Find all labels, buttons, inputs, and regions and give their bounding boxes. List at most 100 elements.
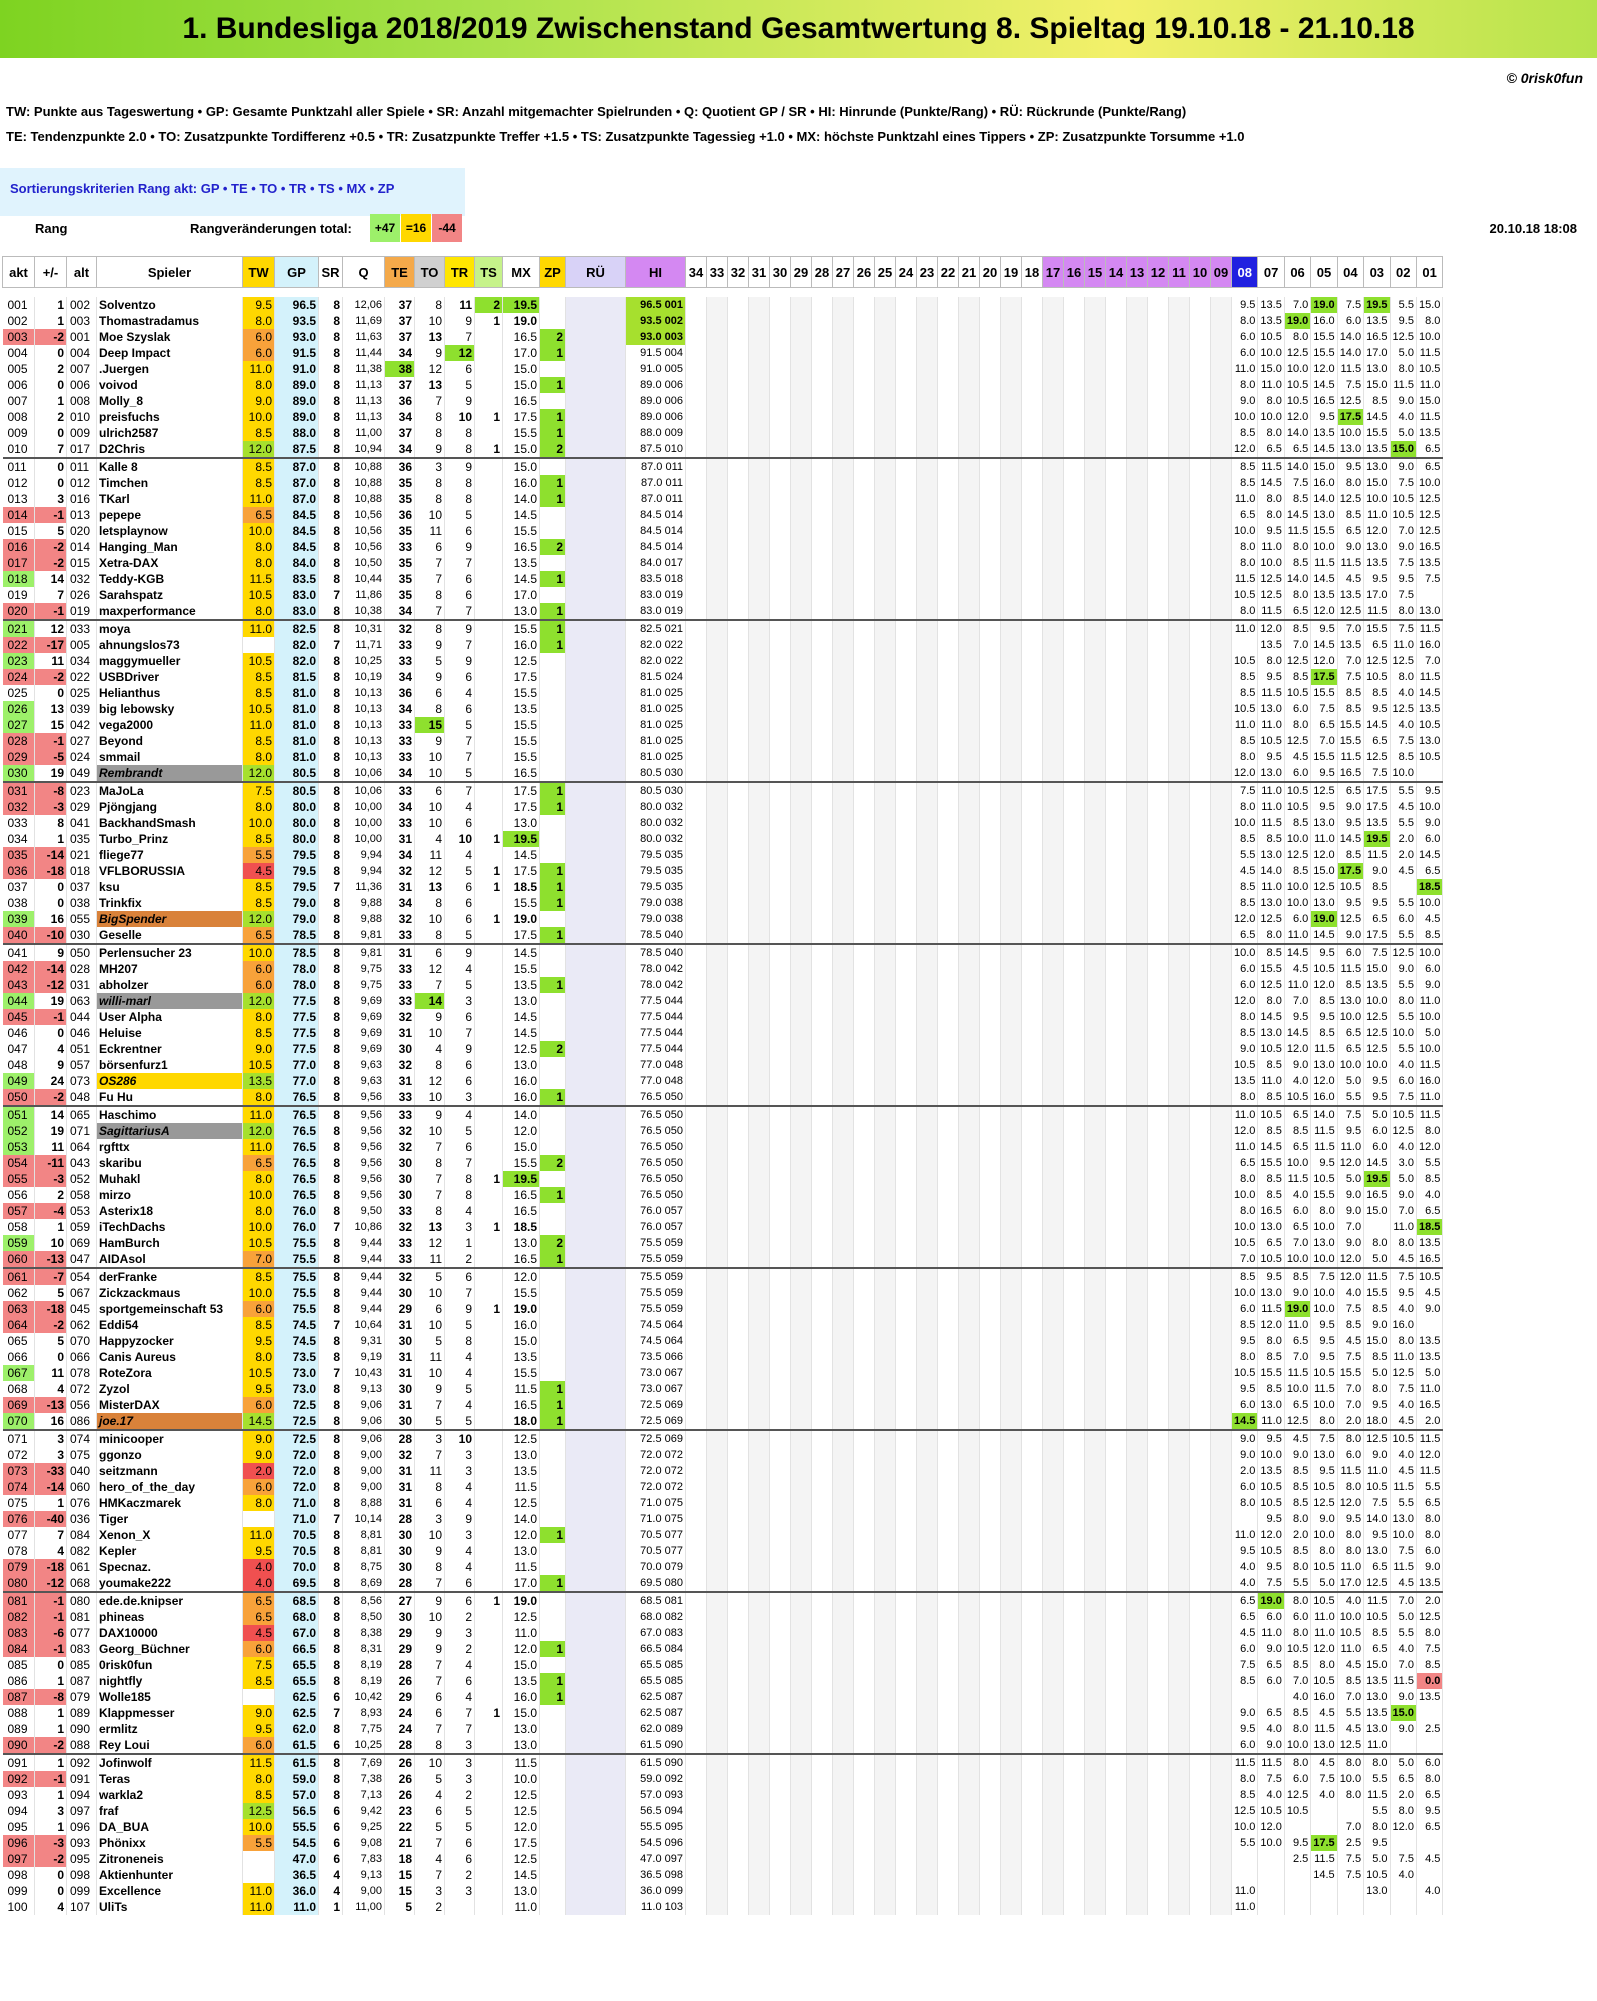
- matchday-cell-empty: [958, 1447, 980, 1463]
- matchday-cell-empty: [916, 1333, 938, 1349]
- matchday-cell: 9.0: [1337, 1235, 1365, 1251]
- matchday-cell: 8.5: [1310, 1025, 1338, 1041]
- rank-previous: 074: [66, 1429, 97, 1447]
- matchday-cell: 11.0: [1416, 1381, 1444, 1397]
- matchday-cell-empty: [1000, 911, 1022, 927]
- header-matchday-32: 32: [727, 256, 749, 288]
- matchday-cell-empty: [895, 1803, 917, 1819]
- matchday-cell-empty: [832, 475, 854, 491]
- goal-diff-points: 3: [414, 1429, 445, 1447]
- matchday-cell-empty: [874, 441, 896, 458]
- matchday-cell-empty: [727, 1267, 749, 1285]
- matchday-cell-empty: [769, 1803, 791, 1819]
- matchday-cell-empty: [706, 571, 728, 587]
- matchday-cell-empty: [790, 1235, 812, 1251]
- matchday-cell-empty: [874, 1381, 896, 1397]
- matchday-cell-empty: [895, 1657, 917, 1673]
- matchday-cell-empty: [1147, 1025, 1169, 1041]
- matchday-cell-empty: [832, 1511, 854, 1527]
- tendency-points: 36: [384, 457, 415, 475]
- matchday-cell: 7.5: [1390, 555, 1417, 571]
- max-points: 15.5: [502, 733, 540, 749]
- matchday-cell-empty: [1000, 1171, 1022, 1187]
- matchday-cell-empty: [1042, 1641, 1064, 1657]
- matchday-cell-empty: [1168, 993, 1190, 1009]
- header-matchday-06: 06: [1283, 256, 1312, 288]
- matchday-cell: 5.0: [1390, 1609, 1417, 1625]
- matchday-cell-empty: [1147, 879, 1169, 895]
- matchday-cell-empty: [1000, 701, 1022, 717]
- matchday-cell-empty: [874, 1625, 896, 1641]
- matchday-cell-empty: [1042, 977, 1064, 993]
- matchday-cell-empty: [937, 1591, 959, 1609]
- matchday-cell: 8.0: [1284, 1721, 1312, 1737]
- matchday-cell-empty: [685, 765, 707, 782]
- player-name: preisfuchs: [96, 409, 243, 425]
- hit-points: 7: [444, 1155, 475, 1171]
- matchday-cell-empty: [1126, 717, 1148, 733]
- matchday-cell: 11.5: [1416, 669, 1444, 685]
- matchday-cell-empty: [958, 1301, 980, 1317]
- matchday-cell-empty: [853, 1625, 875, 1641]
- matchday-cell-empty: [958, 1527, 980, 1543]
- matchday-cell: 14.5: [1310, 571, 1338, 587]
- hit-points: 9: [444, 393, 475, 409]
- matchday-cell-empty: [790, 1753, 812, 1771]
- matchday-cell-empty: [1147, 1235, 1169, 1251]
- goal-diff-points: 9: [414, 1105, 445, 1123]
- total-points: 84.0: [274, 555, 319, 571]
- matchday-cell-empty: [916, 669, 938, 685]
- matchday-cell-empty: [790, 1851, 812, 1867]
- matchday-cell-empty: [748, 1657, 770, 1673]
- matchday-cell-empty: [979, 1495, 1001, 1511]
- matchday-cell-empty: [706, 653, 728, 669]
- matchday-cell-empty: [748, 1689, 770, 1705]
- quotient: 9,06: [342, 1413, 385, 1430]
- matchday-cell-empty: [706, 1673, 728, 1689]
- matchday-cell-empty: [832, 587, 854, 603]
- matchday-cell-empty: [706, 329, 728, 345]
- matchday-cell-empty: [979, 1349, 1001, 1365]
- matchday-cell-empty: [832, 701, 854, 717]
- max-points: 17.5: [502, 781, 540, 799]
- matchday-cell: 12.5: [1390, 653, 1417, 669]
- sort-criteria: Sortierungskriterien Rang akt: GP • TE •…: [10, 181, 395, 196]
- goal-diff-points: 5: [414, 1413, 445, 1430]
- rueckrunde-cell: [565, 1771, 626, 1787]
- matchday-cell: 11.5: [1257, 685, 1285, 701]
- matchday-cell-empty: [1105, 1073, 1127, 1089]
- rueckrunde-cell: [565, 847, 626, 863]
- matchday-cell-empty: [874, 1025, 896, 1041]
- rank-change: 1: [34, 1721, 67, 1737]
- matchday-cell-empty: [811, 1187, 833, 1203]
- rank-previous: 022: [66, 669, 97, 685]
- matchday-cell: 5.0: [1390, 425, 1417, 441]
- matchday-cell-empty: [748, 603, 770, 620]
- matchday-cell-empty: [895, 555, 917, 571]
- matchday-cell-empty: [1210, 571, 1232, 587]
- day-points: 8.5: [242, 475, 275, 491]
- matchday-cell: 9.5: [1231, 1543, 1259, 1559]
- matchday-cell-empty: [1147, 1737, 1169, 1754]
- matchday-cell-empty: [853, 1203, 875, 1219]
- matchday-cell-empty: [916, 1235, 938, 1251]
- matchday-cell-empty: [1126, 1381, 1148, 1397]
- max-points: 15.0: [502, 1657, 540, 1673]
- day-points: 8.5: [242, 669, 275, 685]
- matchday-cell-empty: [811, 1641, 833, 1657]
- matchday-cell-empty: [853, 1155, 875, 1171]
- rank-change: -18: [34, 863, 67, 879]
- matchday-cell: 9.0: [1284, 1447, 1312, 1463]
- matchday-cell-empty: [1063, 555, 1085, 571]
- header-matchday-04: 04: [1336, 256, 1365, 288]
- matchday-cell: 15.5: [1310, 345, 1338, 361]
- matchday-cell-empty: [832, 927, 854, 944]
- total-points: 87.0: [274, 491, 319, 507]
- rounds-played: 8: [318, 329, 343, 345]
- max-points: 12.5: [502, 1041, 540, 1057]
- matchday-cell-empty: [874, 993, 896, 1009]
- matchday-cell-empty: [1021, 1025, 1043, 1041]
- matchday-cell: 6.5: [1257, 441, 1285, 458]
- hit-points: 4: [444, 1349, 475, 1365]
- matchday-cell-empty: [748, 765, 770, 782]
